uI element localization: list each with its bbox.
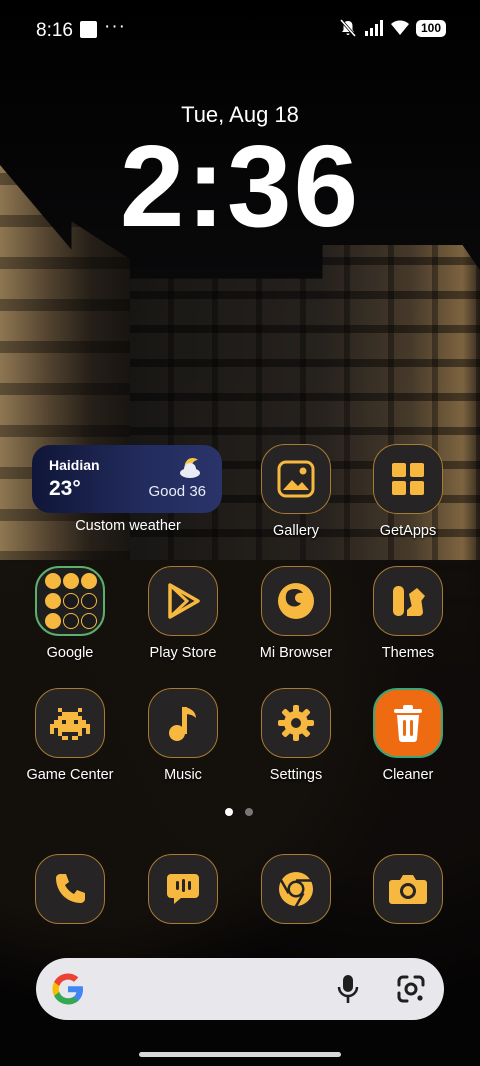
app-label: GetApps <box>379 523 437 539</box>
contacts-icon <box>81 613 97 629</box>
google-lens-icon[interactable] <box>396 974 426 1004</box>
app-play-store[interactable]: Play Store <box>127 566 239 661</box>
music-icon <box>169 707 196 741</box>
app-label: Cleaner <box>382 767 434 783</box>
weather-widget[interactable]: Haidian 23° Good 36 <box>32 445 222 513</box>
dock-messages[interactable] <box>127 854 239 924</box>
google-g-icon <box>52 973 83 1005</box>
folder-preview-grid <box>45 573 97 629</box>
app-gallery[interactable]: Gallery <box>240 444 352 539</box>
weather-widget-label: Custom weather <box>75 518 181 534</box>
phone-icon <box>56 874 85 903</box>
more-notifications-icon: ··· <box>104 16 126 37</box>
game-center-icon <box>50 708 90 740</box>
google-search-bar[interactable] <box>36 958 444 1020</box>
signal-icon <box>364 20 383 36</box>
app-label: Settings <box>269 767 323 783</box>
weather-city: Haidian <box>49 457 100 473</box>
dock-phone[interactable] <box>14 854 126 924</box>
app-label: Gallery <box>273 523 319 539</box>
youtube-icon <box>45 593 61 609</box>
photos-icon <box>45 613 61 629</box>
app-game-center[interactable]: Game Center <box>14 688 126 783</box>
maps-icon <box>81 573 97 589</box>
app-label: Play Store <box>149 645 217 661</box>
app-settings[interactable]: Settings <box>240 688 352 783</box>
app-getapps[interactable]: GetApps <box>352 444 464 539</box>
app-cleaner[interactable]: Cleaner <box>352 688 464 783</box>
microphone-icon[interactable] <box>336 974 360 1004</box>
partly-cloudy-night-icon <box>180 458 200 478</box>
page-dot-active <box>225 808 233 816</box>
app-music[interactable]: Music <box>127 688 239 783</box>
themes-icon <box>393 586 425 616</box>
app-label: Game Center <box>26 767 114 783</box>
getapps-icon <box>392 463 424 495</box>
app-label: Themes <box>381 645 435 661</box>
notification-square-icon <box>80 21 97 38</box>
weather-temp: 23° <box>49 477 81 500</box>
gallery-icon <box>277 460 315 498</box>
gmail-icon <box>63 573 79 589</box>
folder-google[interactable]: Google <box>14 566 126 661</box>
vibrate-mute-icon <box>339 19 357 37</box>
app-label: Mi Browser <box>259 645 333 661</box>
trash-icon <box>394 705 422 742</box>
dock-camera[interactable] <box>352 854 464 924</box>
messages-icon <box>167 874 199 904</box>
weather-aqi: Good 36 <box>148 483 206 500</box>
google-app-icon <box>45 573 61 589</box>
page-indicator <box>225 808 253 816</box>
folder-label: Google <box>46 645 94 661</box>
duo-icon <box>63 613 79 629</box>
wifi-icon <box>390 20 409 35</box>
mi-browser-icon <box>278 583 314 619</box>
drive-icon <box>63 593 79 609</box>
play-icon <box>81 593 97 609</box>
dock-chrome[interactable] <box>240 854 352 924</box>
clock[interactable]: 2:36 <box>0 128 480 244</box>
app-label: Music <box>164 767 202 783</box>
chrome-icon <box>279 872 313 908</box>
status-bar: 8:16 ··· 100 <box>0 0 480 60</box>
status-time: 8:16 <box>36 20 73 41</box>
app-themes[interactable]: Themes <box>352 566 464 661</box>
gesture-handle[interactable] <box>139 1052 341 1057</box>
page-dot <box>245 808 253 816</box>
app-mi-browser[interactable]: Mi Browser <box>240 566 352 661</box>
play-store-icon <box>168 583 200 619</box>
settings-gear-icon <box>278 705 314 741</box>
battery-icon: 100 <box>415 19 446 37</box>
camera-icon <box>389 875 427 904</box>
